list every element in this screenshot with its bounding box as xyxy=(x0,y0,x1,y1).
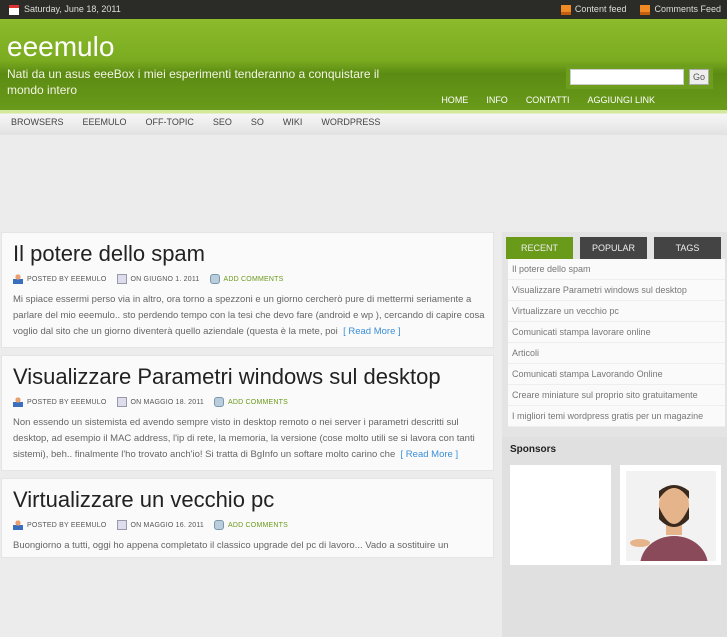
calendar-icon xyxy=(116,274,127,284)
date-display: Saturday, June 18, 2011 xyxy=(9,0,121,19)
category-wiki[interactable]: WIKI xyxy=(283,110,303,135)
content-feed-link[interactable]: Content feed xyxy=(560,0,627,19)
recent-post-link[interactable]: I migliori temi wordpress gratis per un … xyxy=(508,406,725,427)
top-bar: Saturday, June 18, 2011 Content feed Com… xyxy=(0,0,727,19)
user-icon xyxy=(13,520,23,530)
nav-info[interactable]: INFO xyxy=(486,95,508,105)
recent-posts-list: Il potere dello spam Visualizzare Parame… xyxy=(508,259,725,427)
sponsor-banner[interactable] xyxy=(620,465,721,565)
category-off-topic[interactable]: OFF-TOPIC xyxy=(146,110,194,135)
post-card: Virtualizzare un vecchio pc POSTED BY EE… xyxy=(1,478,494,558)
nav-home[interactable]: HOME xyxy=(441,95,468,105)
post-meta: POSTED BY EEEMULO ON MAGGIO 16. 2011 ADD… xyxy=(13,520,288,530)
add-comments-link[interactable]: ADD COMMENTS xyxy=(224,276,284,283)
recent-post-link[interactable]: Il potere dello spam xyxy=(508,259,725,280)
site-header: eeemulo Nati da un asus eeeBox i miei es… xyxy=(0,19,727,110)
user-icon xyxy=(13,397,23,407)
category-so[interactable]: SO xyxy=(251,110,264,135)
search-form: Go xyxy=(566,65,713,89)
post-title[interactable]: Il potere dello spam xyxy=(13,241,205,267)
category-wordpress[interactable]: WORDPRESS xyxy=(321,110,380,135)
category-seo[interactable]: SEO xyxy=(213,110,232,135)
date-text: Saturday, June 18, 2011 xyxy=(24,4,121,14)
nav-contatti[interactable]: CONTATTI xyxy=(526,95,570,105)
nav-aggiungi-link[interactable]: AGGIUNGI LINK xyxy=(587,95,655,105)
post-card: Visualizzare Parametri windows sul deskt… xyxy=(1,355,494,471)
rss-icon xyxy=(560,4,571,15)
post-author: POSTED BY EEEMULO xyxy=(27,275,107,283)
post-meta: POSTED BY EEEMULO ON MAGGIO 18. 2011 ADD… xyxy=(13,397,288,407)
tab-popular[interactable]: POPULAR xyxy=(580,237,647,259)
calendar-icon xyxy=(9,4,19,15)
sponsor-banner[interactable] xyxy=(510,465,611,565)
calendar-icon xyxy=(116,520,127,530)
post-date: ON MAGGIO 16. 2011 xyxy=(130,521,205,529)
recent-post-link[interactable]: Virtualizzare un vecchio pc xyxy=(508,301,725,322)
add-comments-link[interactable]: ADD COMMENTS xyxy=(228,522,288,529)
add-comments-link[interactable]: ADD COMMENTS xyxy=(228,399,288,406)
category-browsers[interactable]: BROWSERS xyxy=(11,110,64,135)
comments-feed-label: Comments Feed xyxy=(654,4,721,14)
search-input[interactable] xyxy=(570,69,684,85)
calendar-icon xyxy=(116,397,127,407)
site-title[interactable]: eeemulo xyxy=(7,31,114,63)
comment-icon xyxy=(214,520,225,530)
post-excerpt: Mi spiace essermi perso via in altro, or… xyxy=(13,292,488,340)
post-title[interactable]: Virtualizzare un vecchio pc xyxy=(13,487,274,513)
post-card: Il potere dello spam POSTED BY EEEMULO O… xyxy=(1,232,494,348)
post-author: POSTED BY EEEMULO xyxy=(27,398,107,406)
recent-post-link[interactable]: Visualizzare Parametri windows sul deskt… xyxy=(508,280,725,301)
sponsors-widget: Sponsors xyxy=(502,437,727,637)
content-feed-label: Content feed xyxy=(574,4,627,14)
post-date: ON GIUGNO 1. 2011 xyxy=(130,275,200,283)
post-excerpt: Non essendo un sistemista ed avendo semp… xyxy=(13,415,488,463)
user-icon xyxy=(13,274,23,284)
post-title[interactable]: Visualizzare Parametri windows sul deskt… xyxy=(13,364,441,390)
excerpt-text: Mi spiace essermi perso via in altro, or… xyxy=(13,294,485,337)
post-date: ON MAGGIO 18. 2011 xyxy=(130,398,205,406)
recent-post-link[interactable]: Articoli xyxy=(508,343,725,364)
sidebar-tabs: RECENT POPULAR TAGS xyxy=(506,237,721,259)
category-nav: BROWSERS EEEMULO OFF-TOPIC SEO SO WIKI W… xyxy=(0,110,727,135)
page-nav: HOME INFO CONTATTI AGGIUNGI LINK xyxy=(441,95,655,105)
sidebar: RECENT POPULAR TAGS Il potere dello spam… xyxy=(502,232,727,637)
recent-post-link[interactable]: Creare miniature sul proprio sito gratui… xyxy=(508,385,725,406)
read-more-link[interactable]: [ Read More ] xyxy=(401,449,459,460)
post-excerpt: Buongiorno a tutti, oggi ho appena compl… xyxy=(13,540,449,551)
tab-recent[interactable]: RECENT xyxy=(506,237,573,259)
comment-icon xyxy=(214,397,225,407)
post-author: POSTED BY EEEMULO xyxy=(27,521,107,529)
comment-icon xyxy=(209,274,220,284)
sponsor-character-image xyxy=(626,471,716,561)
site-tagline: Nati da un asus eeeBox i miei esperiment… xyxy=(7,67,380,97)
search-button[interactable]: Go xyxy=(689,69,709,85)
read-more-link[interactable]: [ Read More ] xyxy=(343,326,401,337)
category-eeemulo[interactable]: EEEMULO xyxy=(83,110,127,135)
comments-feed-link[interactable]: Comments Feed xyxy=(640,0,721,19)
sponsors-title: Sponsors xyxy=(510,444,557,455)
recent-post-link[interactable]: Comunicati stampa lavorare online xyxy=(508,322,725,343)
post-meta: POSTED BY EEEMULO ON GIUGNO 1. 2011 ADD … xyxy=(13,274,284,284)
rss-icon xyxy=(640,4,651,15)
recent-post-link[interactable]: Comunicati stampa Lavorando Online xyxy=(508,364,725,385)
tab-tags[interactable]: TAGS xyxy=(654,237,721,259)
